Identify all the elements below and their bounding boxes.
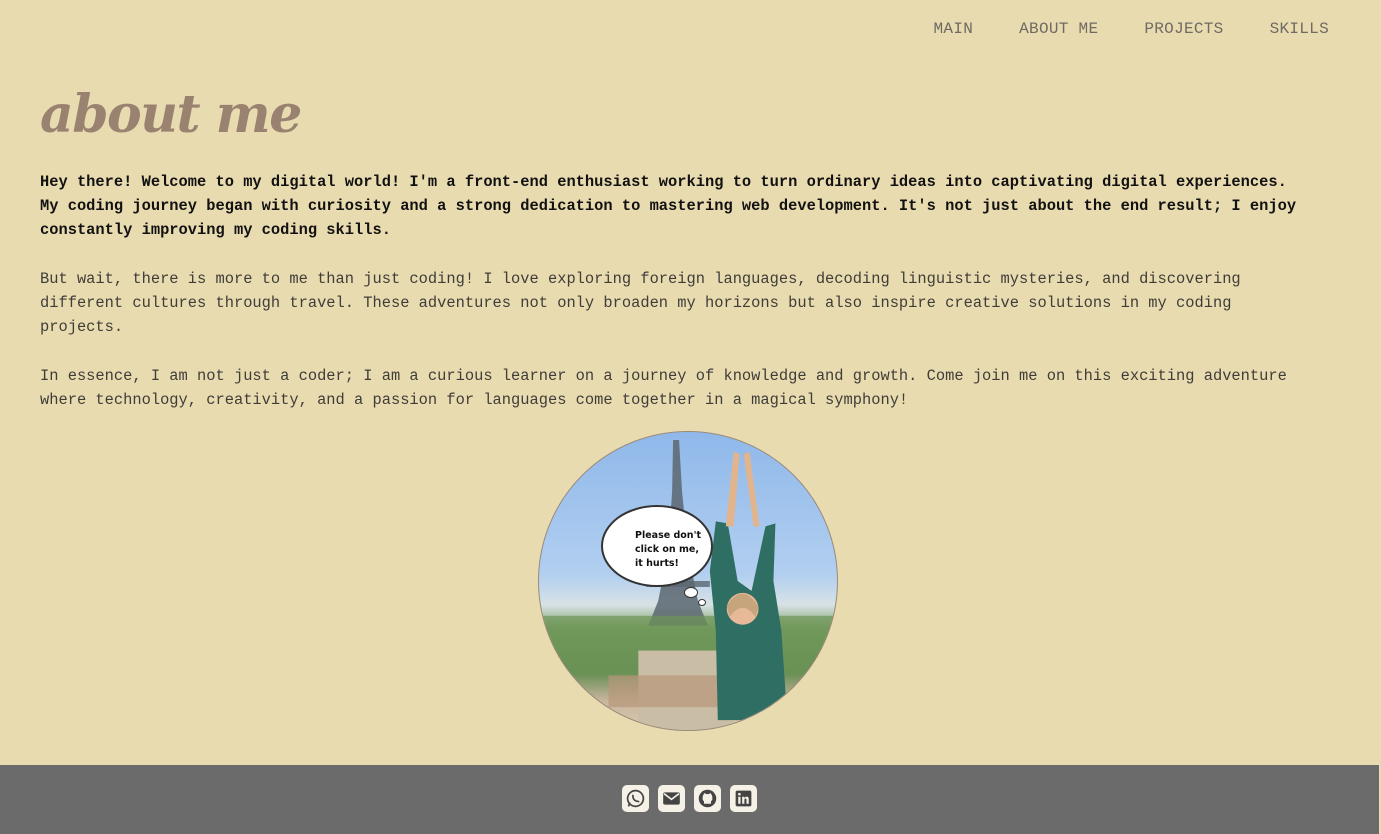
linkedin-icon[interactable] [730, 785, 757, 812]
nav-main[interactable]: MAIN [934, 18, 974, 40]
profile-photo[interactable]: Please don't click on me, it hurts! [538, 431, 838, 731]
speech-bubble-text: Please don't click on me, it hurts! [635, 530, 702, 569]
eiffel-tower-scene [539, 439, 837, 730]
thought-dot [698, 599, 706, 606]
footer [0, 765, 1379, 834]
hobbies-paragraph: But wait, there is more to me than just … [40, 270, 1241, 336]
github-icon[interactable] [694, 785, 721, 812]
about-text: Hey there! Welcome to my digital world! … [40, 170, 1300, 437]
nav-about-me[interactable]: ABOUT ME [1019, 18, 1098, 40]
nav-projects[interactable]: PROJECTS [1144, 18, 1223, 40]
page-title: about me [40, 84, 302, 145]
thought-dot [684, 587, 698, 598]
top-nav: MAIN ABOUT ME PROJECTS SKILLS [888, 18, 1329, 40]
intro-paragraph: Hey there! Welcome to my digital world! … [40, 173, 1297, 239]
whatsapp-icon[interactable] [622, 785, 649, 812]
speech-bubble: Please don't click on me, it hurts! [601, 505, 713, 587]
nav-skills[interactable]: SKILLS [1270, 18, 1329, 40]
closing-paragraph: In essence, I am not just a coder; I am … [40, 367, 1287, 409]
email-icon[interactable] [658, 785, 685, 812]
